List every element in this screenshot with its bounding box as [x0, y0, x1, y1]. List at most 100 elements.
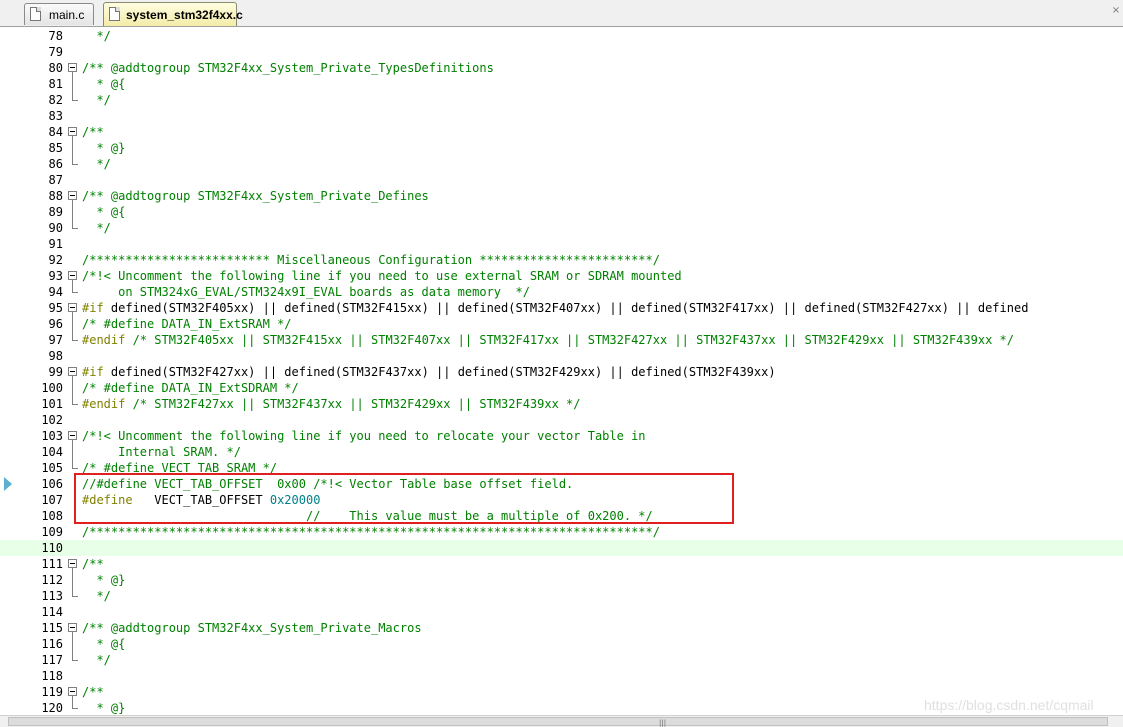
code-line[interactable]: 118 [0, 668, 1123, 684]
line-number: 97 [48, 333, 63, 347]
code-line[interactable]: 79 [0, 44, 1123, 60]
code-line[interactable]: 111 /** [0, 556, 1123, 572]
line-number: 78 [48, 29, 63, 43]
line-number: 106 [41, 477, 63, 491]
code-line[interactable]: 87 [0, 172, 1123, 188]
code-line[interactable]: 96 /* #define DATA_IN_ExtSRAM */ [0, 316, 1123, 332]
code-text: #if defined(STM32F405xx) || defined(STM3… [82, 300, 1028, 316]
fold-guide-line [72, 136, 73, 164]
code-line[interactable]: 114 [0, 604, 1123, 620]
code-line[interactable]: 81 * @{ [0, 76, 1123, 92]
close-tab-button[interactable]: × [1110, 0, 1122, 24]
code-line[interactable]: 88 /** @addtogroup STM32F4xx_System_Priva… [0, 188, 1123, 204]
code-line[interactable]: 82 */ [0, 92, 1123, 108]
code-line[interactable]: 97 #endif /* STM32F405xx || STM32F415xx |… [0, 332, 1123, 348]
line-number: 104 [41, 445, 63, 459]
code-token: */ [82, 653, 111, 667]
code-line[interactable]: 93 /*!< Uncomment the following line if y… [0, 268, 1123, 284]
code-line[interactable]: 78 */ [0, 28, 1123, 44]
fold-toggle-icon[interactable] [68, 687, 77, 696]
code-line[interactable]: 103 /*!< Uncomment the following line if … [0, 428, 1123, 444]
line-number: 85 [48, 141, 63, 155]
code-line[interactable]: 90 */ [0, 220, 1123, 236]
code-editor[interactable]: 78 */79 80/** @addtogroup STM32F4xx_Syste… [0, 27, 1123, 715]
code-line[interactable]: 117 */ [0, 652, 1123, 668]
code-line[interactable]: 98 [0, 348, 1123, 364]
fold-toggle-icon[interactable] [68, 431, 77, 440]
file-icon [109, 7, 120, 21]
code-line[interactable]: 85 * @} [0, 140, 1123, 156]
code-line[interactable]: 84 /** [0, 124, 1123, 140]
code-line[interactable]: 99 #if defined(STM32F427xx) || defined(ST… [0, 364, 1123, 380]
code-token: /***************************************… [82, 525, 660, 539]
code-token: /** @addtogroup STM32F4xx_System_Private… [82, 189, 429, 203]
tab-main-c[interactable]: main.c [24, 3, 94, 25]
code-line[interactable]: 113 */ [0, 588, 1123, 604]
line-number: 114 [41, 605, 63, 619]
horizontal-scrollbar[interactable]: ||| [0, 715, 1123, 727]
code-line[interactable]: 89 * @{ [0, 204, 1123, 220]
code-line[interactable]: 116 * @{ [0, 636, 1123, 652]
code-token: * @} [82, 573, 126, 587]
code-token: /** @addtogroup STM32F4xx_System_Private… [82, 621, 422, 635]
code-line[interactable]: 110 [0, 540, 1123, 556]
scrollbar-thumb[interactable]: ||| [8, 717, 1108, 727]
code-line[interactable]: 100 /* #define DATA_IN_ExtSDRAM */ [0, 380, 1123, 396]
line-number: 93 [48, 269, 63, 283]
tab-system-stm32f4xx-c[interactable]: system_stm32f4xx.c [103, 2, 243, 26]
code-line[interactable]: 102 [0, 412, 1123, 428]
fold-toggle-icon[interactable] [68, 559, 77, 568]
fold-end-marker [72, 100, 78, 101]
code-line[interactable]: 95 #if defined(STM32F405xx) || defined(ST… [0, 300, 1123, 316]
code-line[interactable]: 80 /** @addtogroup STM32F4xx_System_Priva… [0, 60, 1123, 76]
fold-toggle-icon[interactable] [68, 127, 77, 136]
code-token: #if [82, 365, 111, 379]
code-token: * @} [82, 141, 126, 155]
code-line[interactable]: 109 /************************************… [0, 524, 1123, 540]
line-number: 89 [48, 205, 63, 219]
fold-guide-line [72, 72, 73, 100]
code-token: Internal SRAM. */ [82, 445, 241, 459]
code-token: /** @addtogroup STM32F4xx_System_Private… [82, 61, 494, 75]
code-text: /*!< Uncomment the following line if you… [82, 428, 646, 444]
fold-guide-line [72, 696, 73, 708]
code-token: /* STM32F427xx || STM32F437xx || STM32F4… [132, 397, 581, 411]
code-line[interactable]: 112 * @} [0, 572, 1123, 588]
code-text: * @} [82, 700, 125, 715]
fold-end-marker [72, 340, 78, 341]
code-line[interactable]: 92 /************************* Miscellaneo… [0, 252, 1123, 268]
fold-toggle-icon[interactable] [68, 623, 77, 632]
code-token: */ [82, 221, 111, 235]
code-line[interactable]: 104 Internal SRAM. */ [0, 444, 1123, 460]
code-text: /** [82, 684, 104, 700]
code-line[interactable]: 94 on STM324xG_EVAL/STM324x9I_EVAL board… [0, 284, 1123, 300]
line-number: 111 [41, 557, 63, 571]
code-text: /** @addtogroup STM32F4xx_System_Private… [82, 60, 494, 76]
fold-end-marker [72, 596, 78, 597]
code-text: /** [82, 556, 104, 572]
code-line[interactable]: 115 /** @addtogroup STM32F4xx_System_Priv… [0, 620, 1123, 636]
line-number: 91 [48, 237, 63, 251]
fold-toggle-icon[interactable] [68, 271, 77, 280]
fold-guide-line [72, 280, 73, 292]
code-line[interactable]: 83 [0, 108, 1123, 124]
code-line[interactable]: 91 [0, 236, 1123, 252]
code-token: /*!< Uncomment the following line if you… [82, 269, 682, 283]
code-token: /************************* Miscellaneous… [82, 253, 660, 267]
code-text: */ [82, 92, 110, 108]
fold-toggle-icon[interactable] [68, 303, 77, 312]
fold-guide-line [72, 312, 73, 340]
fold-toggle-icon[interactable] [68, 63, 77, 72]
line-number: 81 [48, 77, 63, 91]
line-number: 115 [41, 621, 63, 635]
code-line[interactable]: 86 */ [0, 156, 1123, 172]
line-number: 99 [48, 365, 63, 379]
fold-toggle-icon[interactable] [68, 367, 77, 376]
fold-end-marker [72, 660, 78, 661]
current-line-arrow-icon [4, 477, 12, 491]
code-line[interactable]: 101 #endif /* STM32F427xx || STM32F437xx … [0, 396, 1123, 412]
line-number: 101 [41, 397, 63, 411]
code-text: on STM324xG_EVAL/STM324x9I_EVAL boards a… [82, 284, 530, 300]
code-text: /** [82, 124, 104, 140]
fold-toggle-icon[interactable] [68, 191, 77, 200]
